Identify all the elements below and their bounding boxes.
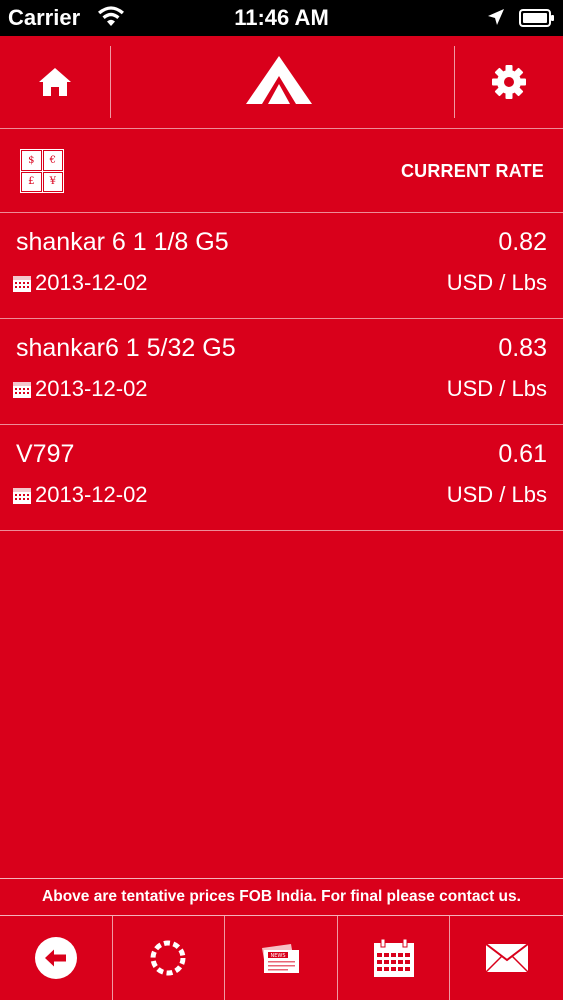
item-name: shankar6 1 5/32 G5 — [16, 334, 236, 362]
item-unit: USD / Lbs — [446, 376, 547, 401]
item-date: 2013-12-02 — [35, 482, 148, 507]
status-bar: Carrier 11:46 AM — [0, 0, 563, 36]
item-date-group: 2013-12-02 — [13, 376, 148, 402]
refresh-button[interactable] — [113, 916, 226, 1000]
yen-symbol: ¥ — [42, 171, 63, 192]
location-arrow-icon — [488, 9, 504, 25]
pound-symbol: £ — [21, 171, 42, 192]
list-item[interactable]: V797 0.61 2013-12-02 USD / Lbs — [0, 425, 563, 531]
home-button[interactable] — [0, 36, 110, 128]
euro-symbol: € — [42, 150, 63, 171]
list-item[interactable]: shankar 6 1 1/8 G5 0.82 2013-12-02 USD /… — [0, 213, 563, 319]
news-icon: NEWS — [261, 944, 299, 973]
home-icon — [39, 68, 71, 96]
calendar-small-icon — [13, 276, 31, 292]
battery-icon — [519, 9, 554, 27]
refresh-icon — [150, 940, 186, 976]
item-price: 0.82 — [498, 228, 547, 256]
item-date: 2013-12-02 — [35, 376, 148, 401]
item-date-group: 2013-12-02 — [13, 482, 148, 508]
price-disclaimer: Above are tentative prices FOB India. Fo… — [0, 878, 563, 916]
calendar-icon — [373, 938, 414, 977]
current-rate-title: CURRENT RATE — [400, 161, 544, 181]
news-badge-text: NEWS — [270, 953, 285, 959]
mail-button[interactable] — [450, 916, 563, 1000]
current-rate-header: $ € £ ¥ CURRENT RATE — [0, 129, 563, 213]
item-price: 0.83 — [498, 334, 547, 362]
app-screen: $ € £ ¥ CURRENT RATE shankar 6 1 1/8 G5 … — [0, 36, 563, 1000]
back-button[interactable] — [0, 916, 113, 1000]
item-name: V797 — [16, 440, 75, 468]
item-date-group: 2013-12-02 — [13, 270, 148, 296]
settings-button[interactable] — [455, 36, 563, 128]
item-unit: USD / Lbs — [446, 482, 547, 507]
tent-logo-icon — [246, 56, 312, 104]
back-icon — [34, 937, 77, 979]
top-nav-bar — [0, 36, 563, 129]
calendar-small-icon — [13, 488, 31, 504]
currency-icon: $ € £ ¥ — [20, 149, 64, 193]
item-date: 2013-12-02 — [35, 270, 148, 295]
item-unit: USD / Lbs — [446, 270, 547, 295]
dollar-symbol: $ — [21, 150, 42, 171]
item-price: 0.61 — [498, 440, 547, 468]
header-divider — [110, 46, 111, 118]
list-item[interactable]: shankar6 1 5/32 G5 0.83 2013-12-02 USD /… — [0, 319, 563, 425]
calendar-button[interactable] — [338, 916, 451, 1000]
rate-list: shankar 6 1 1/8 G5 0.82 2013-12-02 USD /… — [0, 213, 563, 531]
news-button[interactable]: NEWS — [225, 916, 338, 1000]
bottom-toolbar: NEWS — [0, 916, 563, 1000]
clock-label: 11:46 AM — [234, 5, 329, 30]
mail-icon — [485, 943, 529, 973]
gear-icon — [492, 65, 526, 99]
item-name: shankar 6 1 1/8 G5 — [16, 228, 229, 256]
calendar-small-icon — [13, 382, 31, 398]
